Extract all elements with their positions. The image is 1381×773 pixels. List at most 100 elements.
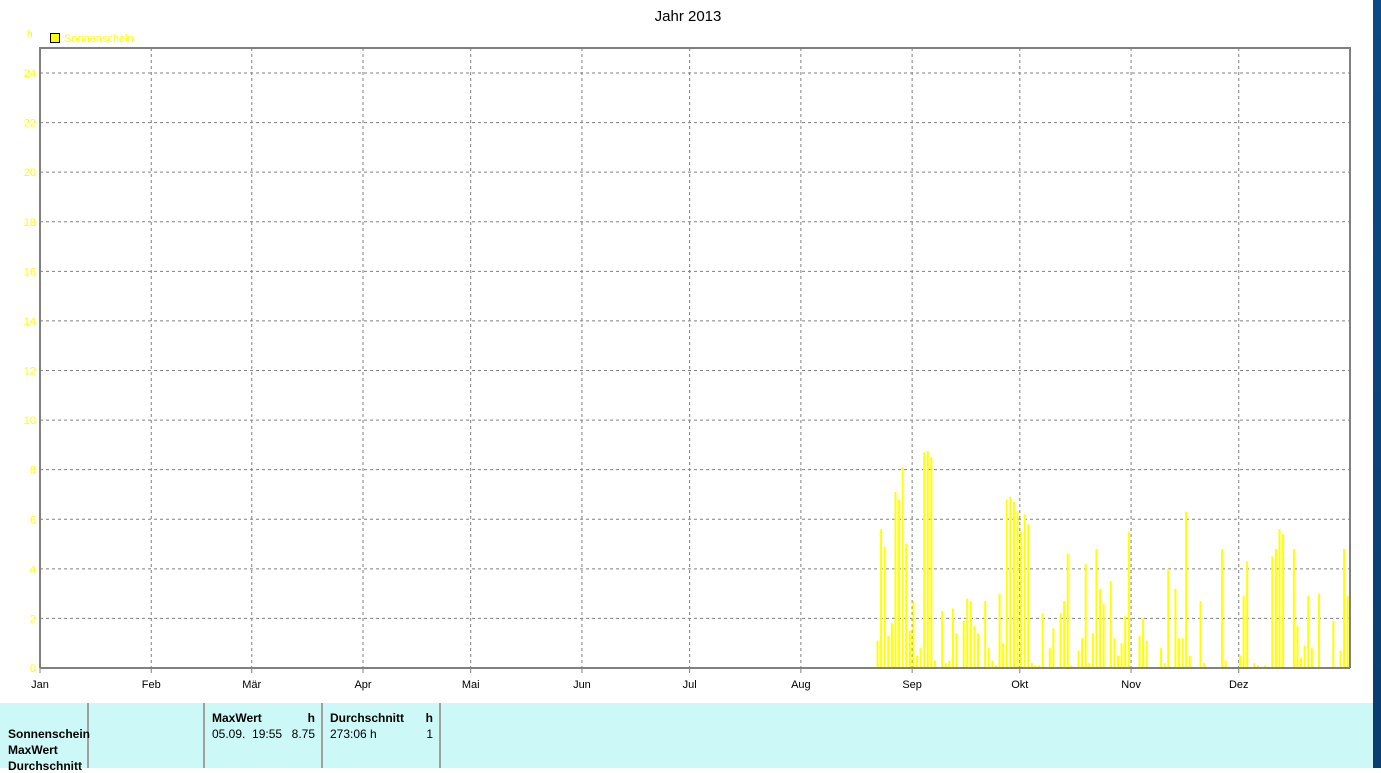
- y-tick-label: 12: [24, 366, 36, 378]
- sunshine-bar: [1278, 529, 1281, 668]
- sunshine-bar: [1303, 645, 1306, 668]
- x-tick-label: Mär: [242, 679, 261, 691]
- sunshine-bar: [1271, 556, 1274, 668]
- x-tick-label: Okt: [1011, 679, 1028, 691]
- sunshine-bar: [941, 610, 944, 668]
- y-tick-label: 18: [24, 217, 36, 229]
- sunshine-bar: [1091, 633, 1094, 668]
- legend-swatch: [50, 33, 60, 43]
- y-tick-label: 24: [24, 68, 36, 80]
- sunshine-bar: [1102, 603, 1105, 668]
- sunshine-bar: [1099, 588, 1102, 668]
- y-axis-unit: h: [27, 29, 33, 40]
- sunshine-bar: [923, 452, 926, 668]
- y-tick-label: 14: [24, 316, 36, 328]
- sunshine-bar: [1077, 650, 1080, 668]
- sunshine-bar: [948, 660, 951, 668]
- sunshine-bar: [880, 529, 883, 668]
- y-tick-label: 16: [24, 266, 36, 278]
- sunshine-bar: [951, 608, 954, 668]
- plot-frame: [39, 47, 1351, 668]
- x-tick-label: Jun: [573, 679, 591, 691]
- sunshine-bar: [1160, 648, 1163, 668]
- sunshine-bar: [1027, 524, 1030, 668]
- sunshine-bar: [966, 598, 969, 668]
- sunshine-bar: [955, 633, 958, 668]
- sunshine-bar: [984, 601, 987, 668]
- sunshine-bar: [1117, 655, 1120, 668]
- sunshine-bar: [883, 546, 886, 668]
- sunshine-bar: [930, 457, 933, 668]
- maxwert-column: MaxWert h 05.09. 19:55 8.75: [205, 703, 323, 768]
- sunshine-bar: [1292, 549, 1295, 668]
- sunshine-bar: [1009, 496, 1012, 668]
- row-labels-column: Sonnenschein MaxWert Durchschnitt: [0, 703, 91, 773]
- x-tick-label: Dez: [1229, 679, 1249, 691]
- durchschnitt-header: Durchschnitt: [330, 711, 405, 725]
- sunshine-bar: [890, 623, 893, 668]
- sunshine-bar: [905, 544, 908, 668]
- sunshine-bar: [969, 601, 972, 668]
- row-label-sonnenschein: Sonnenschein: [8, 727, 91, 741]
- x-tick-label: Jan: [31, 679, 49, 691]
- sunshine-bar: [1332, 620, 1335, 668]
- sunshine-bar: [1185, 511, 1188, 668]
- sunshine-bar: [1138, 635, 1141, 668]
- sunshine-bar: [1188, 655, 1191, 668]
- sunshine-bar: [998, 593, 1001, 668]
- sunshine-bar: [1063, 601, 1066, 668]
- y-tick-label: 8: [30, 465, 36, 477]
- sunshine-bar: [1221, 549, 1224, 668]
- sunshine-bar: [1181, 638, 1184, 668]
- sunshine-bar: [1012, 501, 1015, 668]
- sunshine-bar: [1343, 549, 1346, 668]
- sunshine-bar: [1142, 618, 1145, 668]
- y-tick-label: 0: [30, 663, 36, 675]
- sunshine-bar: [973, 625, 976, 668]
- y-tick-label: 4: [30, 564, 36, 576]
- maxwert-unit: h: [307, 711, 315, 725]
- maxwert-value: 8.75: [291, 727, 315, 741]
- sunshine-bar: [912, 601, 915, 668]
- x-tick-label: Mai: [462, 679, 480, 691]
- sunshine-bar: [1113, 638, 1116, 668]
- sunshine-bar: [916, 655, 919, 668]
- x-tick-label: Apr: [354, 679, 371, 691]
- sunshine-bar: [1199, 601, 1202, 668]
- sunshine-bar: [1307, 596, 1310, 668]
- durchschnitt-unit: h: [425, 711, 433, 725]
- sunshine-bar: [1224, 660, 1227, 668]
- sunshine-bar: [933, 660, 936, 668]
- sunshine-bar: [1174, 588, 1177, 668]
- x-tick-label: Jul: [683, 679, 697, 691]
- sunshine-bar: [1346, 596, 1349, 668]
- statistics-table: Sonnenschein MaxWert Durchschnitt MaxWer…: [0, 703, 1373, 773]
- sunshine-bar: [876, 640, 879, 668]
- sunshine-bar: [1002, 643, 1005, 668]
- sunshine-bar: [987, 648, 990, 668]
- x-tick-label: Aug: [791, 679, 811, 691]
- chart-title: Jahr 2013: [655, 8, 722, 25]
- row-label-maxwert: MaxWert: [8, 743, 58, 757]
- sunshine-bar: [1317, 593, 1320, 668]
- maxwert-header: MaxWert: [212, 711, 262, 725]
- y-tick-label: 2: [30, 613, 36, 625]
- sunshine-bar: [1274, 549, 1277, 668]
- sunshine-bar: [1339, 650, 1342, 668]
- sunshine-bar: [1239, 655, 1242, 668]
- desktop-background-strip: [1373, 0, 1381, 768]
- durchschnitt-count: 1: [426, 727, 433, 741]
- x-tick-label: Nov: [1121, 679, 1141, 691]
- y-tick-label: 6: [30, 514, 36, 526]
- sunshine-bar: [1081, 638, 1084, 668]
- sunshine-bar: [1124, 615, 1127, 668]
- sunshine-bar: [901, 467, 904, 668]
- sunshine-bar: [1282, 534, 1285, 668]
- sunshine-bar: [1066, 553, 1069, 668]
- sunshine-bar: [898, 499, 901, 668]
- sunshine-bar: [1109, 581, 1112, 668]
- sunshine-bar: [1167, 568, 1170, 668]
- sunshine-bar: [1296, 625, 1299, 668]
- sunshine-bar: [1084, 563, 1087, 668]
- sunshine-bar: [1246, 561, 1249, 668]
